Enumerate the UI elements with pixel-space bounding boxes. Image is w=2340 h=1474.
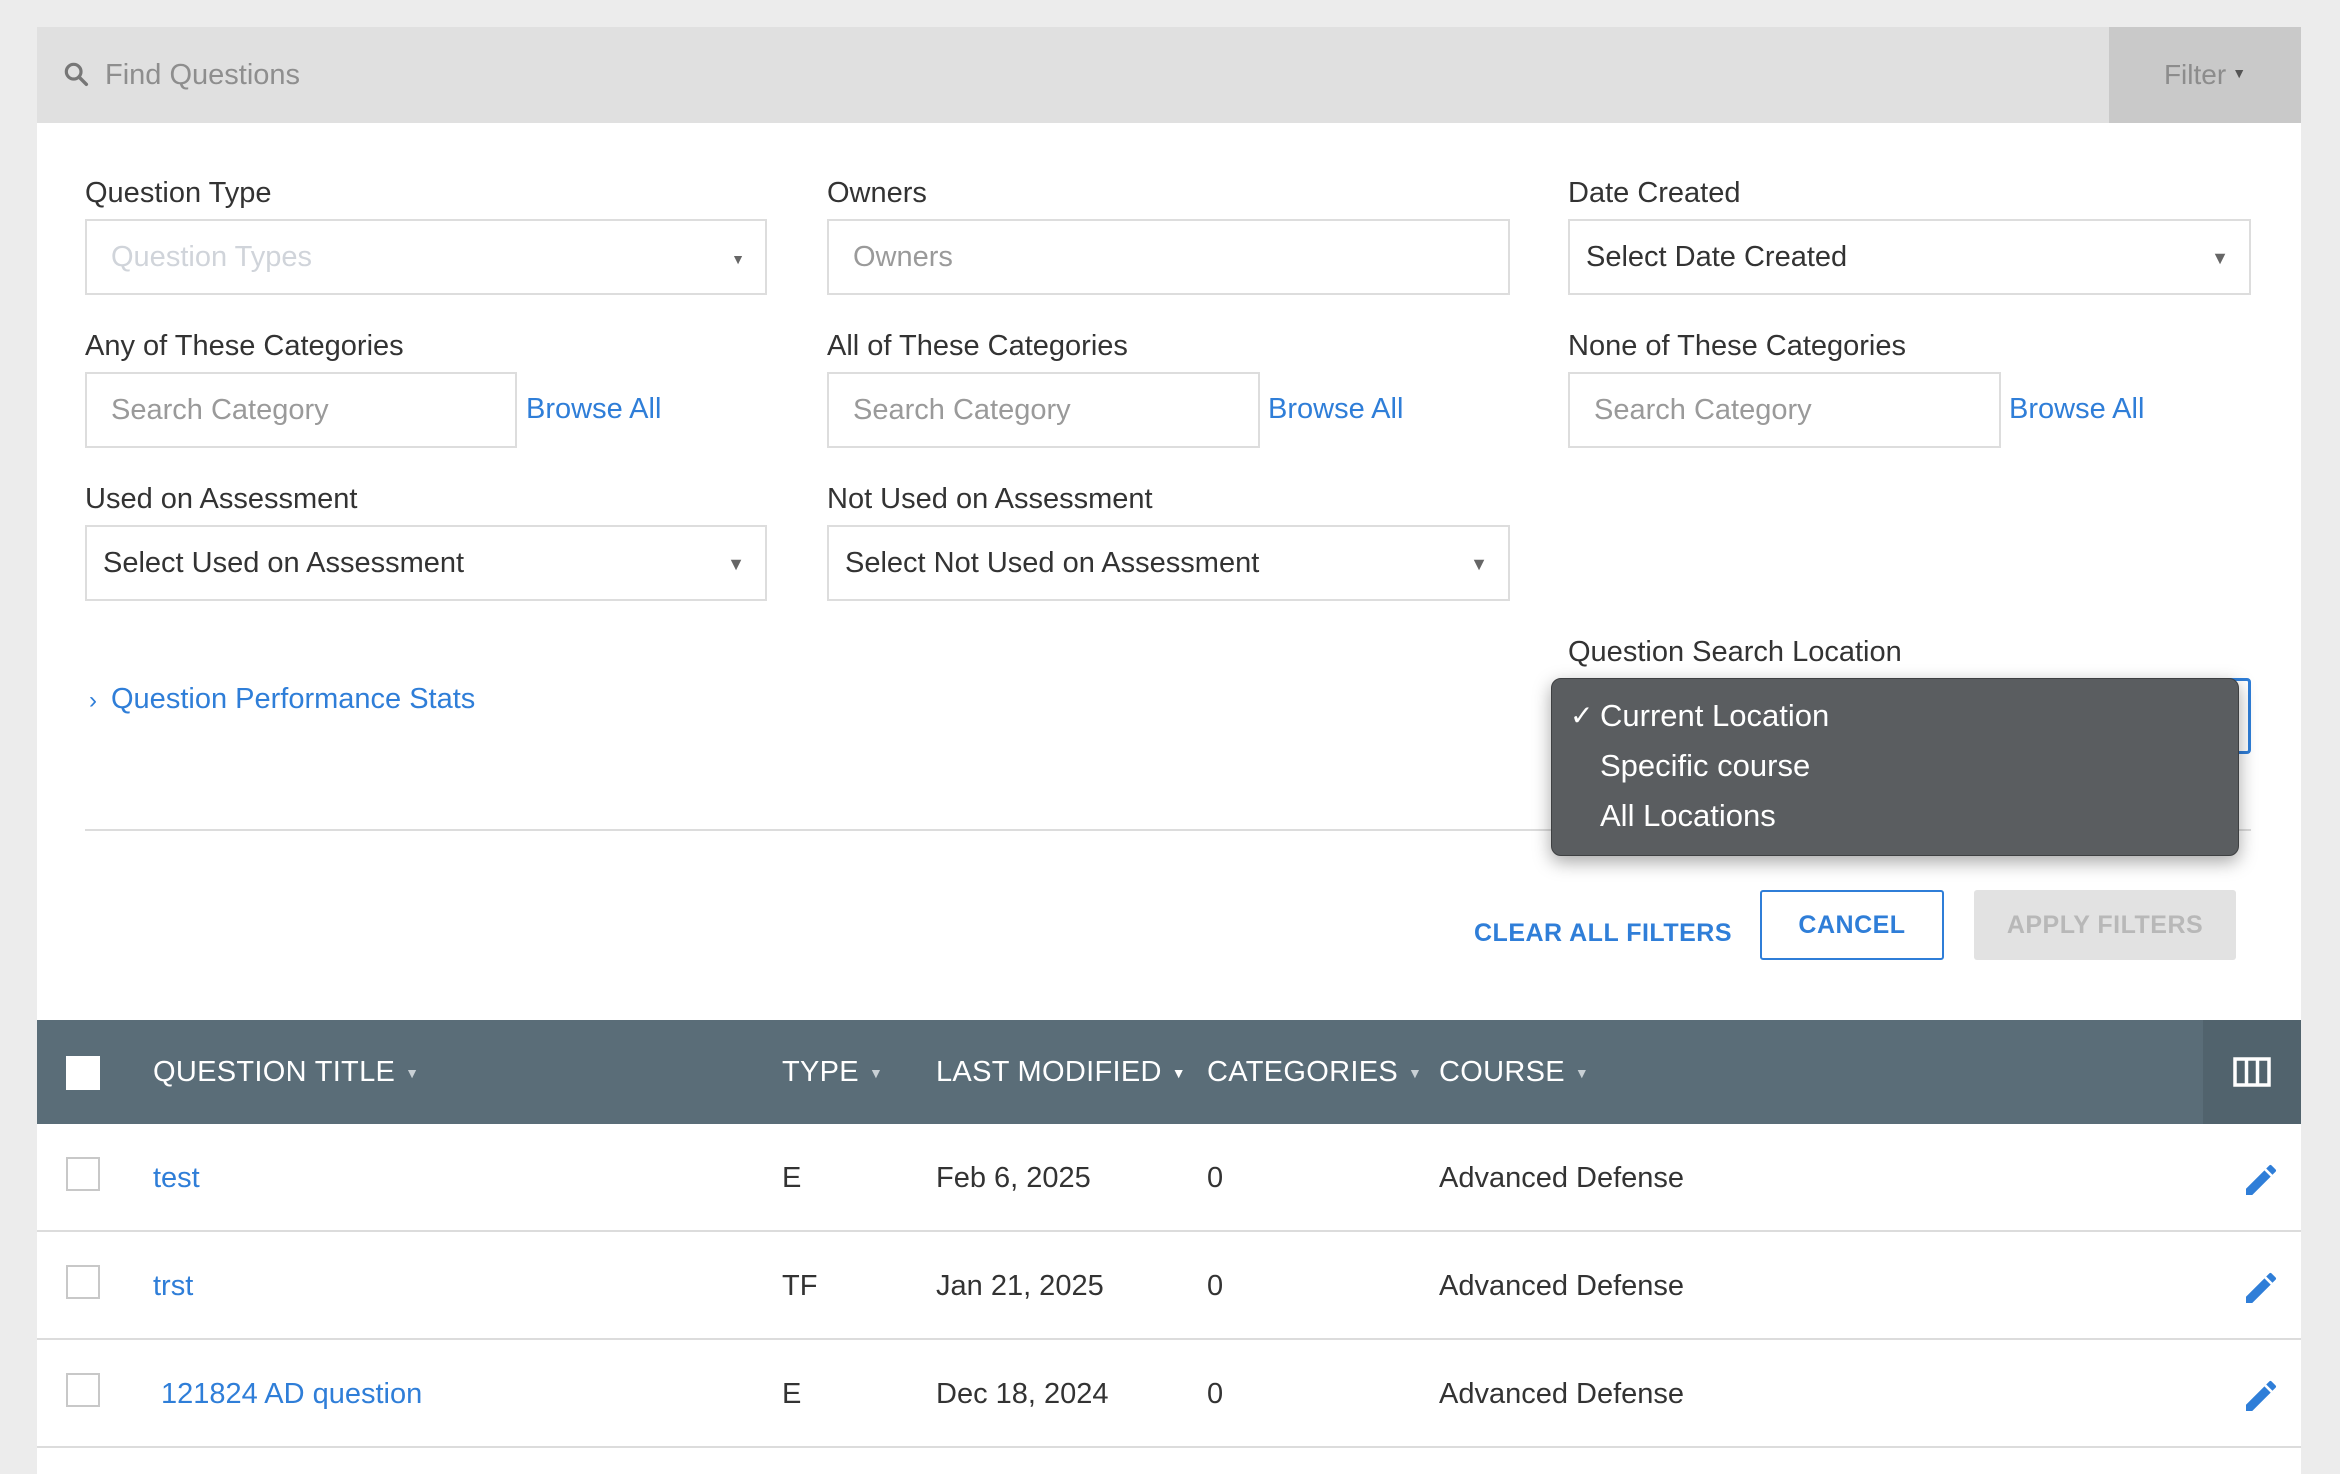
filter-button[interactable]: Filter ▼ (2109, 27, 2301, 123)
question-type-cell: TF (782, 1270, 818, 1302)
menu-item-label: All Locations (1600, 798, 1776, 833)
any-categories-browse-all-link[interactable]: Browse All (526, 393, 661, 426)
caret-down-icon: ▼ (731, 251, 745, 267)
find-questions-input[interactable] (105, 51, 1505, 99)
categories-cell: 0 (1207, 1162, 1224, 1194)
question-performance-stats-toggle[interactable]: › Question Performance Stats (89, 683, 475, 716)
column-type-label: TYPE (782, 1056, 859, 1088)
any-categories-input[interactable]: Search Category (85, 372, 517, 448)
row-checkbox[interactable] (66, 1373, 100, 1407)
edit-pencil-icon[interactable] (2241, 1376, 2281, 1416)
table-row: 121824 AD question E Dec 18, 2024 0 Adva… (37, 1340, 2301, 1448)
last-modified-cell: Jan 21, 2025 (936, 1270, 1104, 1302)
used-on-assessment-value: Select Used on Assessment (103, 546, 465, 579)
caret-down-icon: ▼ (2232, 65, 2247, 81)
question-type-cell: E (782, 1162, 802, 1194)
apply-filters-button[interactable]: APPLY FILTERS (1974, 890, 2236, 960)
search-bar: Filter ▼ (37, 27, 2301, 123)
none-categories-placeholder: Search Category (1594, 393, 1812, 426)
column-last-modified[interactable]: LAST MODIFIED ▼ (936, 1020, 1186, 1124)
columns-icon (2233, 1057, 2271, 1087)
categories-cell: 0 (1207, 1270, 1224, 1302)
select-all-checkbox[interactable] (66, 1056, 100, 1090)
owners-label: Owners (827, 177, 927, 209)
not-used-on-assessment-select[interactable]: Select Not Used on Assessment ▼ (827, 525, 1510, 601)
column-categories[interactable]: CATEGORIES ▼ (1207, 1020, 1422, 1124)
owners-input[interactable]: Owners (827, 219, 1510, 295)
row-checkbox[interactable] (66, 1157, 100, 1191)
cancel-button[interactable]: CANCEL (1760, 890, 1944, 960)
sort-icon: ▼ (868, 1065, 884, 1081)
none-categories-input[interactable]: Search Category (1568, 372, 2001, 448)
categories-cell: 0 (1207, 1378, 1224, 1410)
sort-icon: ▼ (1574, 1065, 1590, 1081)
column-type[interactable]: TYPE ▼ (782, 1020, 883, 1124)
table-row: test E Feb 6, 2025 0 Advanced Defense (37, 1124, 2301, 1232)
date-created-select[interactable]: Select Date Created ▼ (1568, 219, 2251, 295)
question-bank-panel: Filter ▼ Question Type Question Types ▼ … (37, 27, 2301, 1474)
menu-item-label: Current Location (1600, 698, 1830, 733)
table-row: trst TF Jan 21, 2025 0 Advanced Defense (37, 1232, 2301, 1340)
course-cell: Advanced Defense (1439, 1378, 1685, 1410)
not-used-on-assessment-value: Select Not Used on Assessment (845, 546, 1260, 579)
all-categories-input[interactable]: Search Category (827, 372, 1260, 448)
checkmark-icon: ✓ (1570, 700, 1594, 731)
menu-item-current-location[interactable]: ✓ Current Location (1552, 691, 2238, 741)
question-type-cell: E (782, 1378, 802, 1410)
edit-pencil-icon[interactable] (2241, 1160, 2281, 1200)
column-question-title-label: QUESTION TITLE (153, 1056, 396, 1088)
all-categories-label: All of These Categories (827, 330, 1128, 362)
none-categories-label: None of These Categories (1568, 330, 1907, 362)
menu-item-specific-course[interactable]: Specific course (1552, 741, 2238, 791)
edit-pencil-icon[interactable] (2241, 1268, 2281, 1308)
course-cell: Advanced Defense (1439, 1270, 1685, 1302)
question-title-link[interactable]: trst (153, 1232, 193, 1340)
date-created-label: Date Created (1568, 177, 1741, 209)
owners-placeholder: Owners (853, 240, 953, 273)
caret-down-icon: ▼ (1470, 554, 1488, 574)
table-header: QUESTION TITLE ▼ TYPE ▼ LAST MODIFIED ▼ CAT… (37, 1020, 2301, 1124)
last-modified-cell: Dec 18, 2024 (936, 1378, 1109, 1410)
search-icon (64, 62, 89, 87)
none-categories-browse-all-link[interactable]: Browse All (2009, 393, 2144, 426)
question-type-label: Question Type (85, 177, 272, 209)
row-checkbox[interactable] (66, 1265, 100, 1299)
menu-item-label: Specific course (1600, 748, 1811, 783)
search-location-label: Question Search Location (1568, 636, 1902, 668)
question-title-link[interactable]: test (153, 1124, 200, 1232)
date-created-value: Select Date Created (1586, 240, 1848, 273)
course-cell: Advanced Defense (1439, 1162, 1685, 1194)
search-location-menu: ✓ Current Location Specific course All Lo… (1551, 678, 2239, 856)
sort-icon: ▼ (405, 1065, 420, 1081)
any-categories-placeholder: Search Category (111, 393, 329, 426)
sort-icon: ▼ (1408, 1065, 1423, 1081)
column-course[interactable]: COURSE ▼ (1439, 1020, 1589, 1124)
clear-all-filters-button[interactable]: CLEAR ALL FILTERS (1474, 909, 1732, 957)
used-on-assessment-label: Used on Assessment (85, 483, 358, 515)
all-categories-browse-all-link[interactable]: Browse All (1268, 393, 1403, 426)
column-question-title[interactable]: QUESTION TITLE ▼ (153, 1020, 419, 1124)
caret-down-icon: ▼ (2211, 248, 2229, 268)
question-type-select[interactable]: Question Types ▼ (85, 219, 767, 295)
sort-active-icon: ▼ (1171, 1065, 1186, 1081)
not-used-on-assessment-label: Not Used on Assessment (827, 483, 1153, 515)
question-type-placeholder: Question Types (111, 240, 312, 273)
column-categories-label: CATEGORIES (1207, 1056, 1398, 1088)
used-on-assessment-select[interactable]: Select Used on Assessment ▼ (85, 525, 767, 601)
question-title-link[interactable]: 121824 AD question (161, 1340, 422, 1448)
last-modified-cell: Feb 6, 2025 (936, 1162, 1091, 1194)
chevron-right-icon: › (89, 687, 97, 714)
performance-stats-label: Question Performance Stats (111, 683, 476, 715)
caret-down-icon: ▼ (727, 554, 745, 574)
column-last-modified-label: LAST MODIFIED (936, 1056, 1162, 1088)
all-categories-placeholder: Search Category (853, 393, 1071, 426)
column-course-label: COURSE (1439, 1056, 1565, 1088)
any-categories-label: Any of These Categories (85, 330, 404, 362)
column-chooser-button[interactable] (2203, 1020, 2301, 1124)
menu-item-all-locations[interactable]: All Locations (1552, 791, 2238, 841)
filter-label: Filter (2163, 59, 2227, 90)
